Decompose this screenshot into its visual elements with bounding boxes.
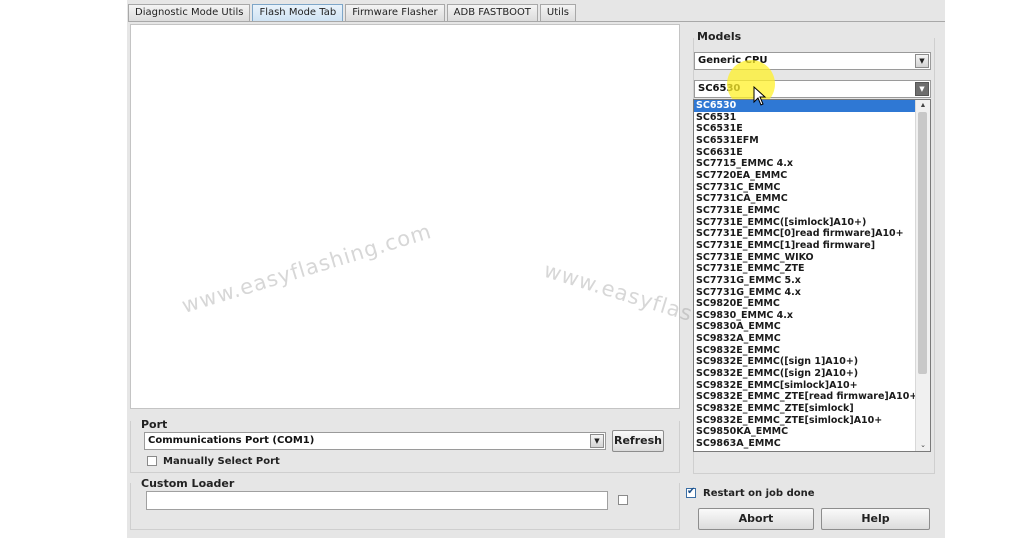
chevron-down-icon[interactable]: ▼ xyxy=(590,434,604,448)
dropdown-scrollbar[interactable]: ▲ ⌄ xyxy=(915,100,930,451)
model-option[interactable]: SC6531EFM xyxy=(694,135,916,147)
model-option[interactable]: SC7731E_EMMC[0]read firmware]A10+ xyxy=(694,228,916,240)
model-option[interactable]: SC7731E_EMMC_WIKO xyxy=(694,252,916,264)
model-option[interactable]: SC9832A_EMMC xyxy=(694,333,916,345)
model-option[interactable]: SC7731CA_EMMC xyxy=(694,193,916,205)
model-option[interactable]: SC9832E_EMMC([sign 1]A10+) xyxy=(694,356,916,368)
model-options: SC6530 SC6531 SC6531E SC6531EFM SC6631E SC771… xyxy=(694,100,916,450)
model-option[interactable]: SC7731E_EMMC_ZTE xyxy=(694,263,916,275)
abort-button[interactable]: Abort xyxy=(698,508,814,530)
watermark: www.easyflashing.com xyxy=(179,219,435,318)
chevron-down-icon[interactable]: ▼ xyxy=(915,82,929,96)
refresh-button[interactable]: Refresh xyxy=(612,430,664,452)
tab-divider xyxy=(128,21,945,22)
port-title: Port xyxy=(141,418,168,431)
tab-firmware-flasher[interactable]: Firmware Flasher xyxy=(345,4,445,21)
port-select-value: Communications Port (COM1) xyxy=(148,435,315,446)
log-output-area[interactable]: www.easyflashing.com xyxy=(130,24,680,409)
tab-bar: Diagnostic Mode Utils Flash Mode Tab Fir… xyxy=(128,4,578,22)
manual-port-checkbox[interactable] xyxy=(147,456,157,466)
model-option[interactable]: SC7731G_EMMC 5.x xyxy=(694,275,916,287)
model-option[interactable]: SC9832E_EMMC_ZTE[simlock] xyxy=(694,403,916,415)
tab-flash-mode[interactable]: Flash Mode Tab xyxy=(252,4,344,21)
tab-utils[interactable]: Utils xyxy=(539,4,576,21)
model-option[interactable]: SC9832E_EMMC_ZTE[simlock]A10+ xyxy=(694,415,916,427)
model-option[interactable]: SC9832E_EMMC xyxy=(694,345,916,357)
mouse-pointer-icon xyxy=(753,86,767,106)
port-select[interactable]: Communications Port (COM1) ▼ xyxy=(144,432,606,450)
custom-loader-checkbox[interactable] xyxy=(618,495,628,505)
help-button[interactable]: Help xyxy=(821,508,930,530)
model-option[interactable]: SC9830_EMMC 4.x xyxy=(694,310,916,322)
restart-label: Restart on job done xyxy=(703,488,815,499)
model-option[interactable]: SC9832E_EMMC[simlock]A10+ xyxy=(694,380,916,392)
model-option[interactable]: SC6531E xyxy=(694,123,916,135)
manual-port-label: Manually Select Port xyxy=(163,456,280,467)
model-option[interactable]: SC9863A_EMMC xyxy=(694,438,916,450)
custom-loader-input[interactable] xyxy=(146,491,608,510)
model-dropdown-list[interactable]: SC6530 SC6531 SC6531E SC6531EFM SC6631E SC771… xyxy=(693,99,931,452)
model-option[interactable]: SC9832E_EMMC([sign 2]A10+) xyxy=(694,368,916,380)
model-option[interactable]: SC7731E_EMMC([simlock]A10+) xyxy=(694,217,916,229)
model-option[interactable]: SC6530 xyxy=(694,100,916,112)
model-option[interactable]: SC6531 xyxy=(694,112,916,124)
restart-checkbox[interactable] xyxy=(686,486,696,498)
model-option[interactable]: SC9820E_EMMC xyxy=(694,298,916,310)
custom-loader-title: Custom Loader xyxy=(141,477,235,490)
model-option[interactable]: SC9830A_EMMC xyxy=(694,321,916,333)
tab-diagnostic-mode-utils[interactable]: Diagnostic Mode Utils xyxy=(128,4,251,21)
chevron-down-icon[interactable]: ▼ xyxy=(915,54,929,68)
scrollbar-thumb[interactable] xyxy=(918,112,927,374)
model-option[interactable]: SC9850KA_EMMC xyxy=(694,426,916,438)
scroll-up-icon[interactable]: ▲ xyxy=(916,100,930,111)
model-option[interactable]: SC7731C_EMMC xyxy=(694,182,916,194)
model-option[interactable]: SC6631E xyxy=(694,147,916,159)
models-title: Models xyxy=(697,30,742,43)
scroll-down-icon[interactable]: ⌄ xyxy=(916,440,930,451)
model-option[interactable]: SC7731E_EMMC[1]read firmware] xyxy=(694,240,916,252)
model-option[interactable]: SC7720EA_EMMC xyxy=(694,170,916,182)
model-option[interactable]: SC7731E_EMMC xyxy=(694,205,916,217)
model-option[interactable]: SC9832E_EMMC_ZTE[read firmware]A10+ xyxy=(694,391,916,403)
cpu-select[interactable]: Generic CPU ▼ xyxy=(694,52,931,70)
tab-adb-fastboot[interactable]: ADB FASTBOOT xyxy=(446,4,538,21)
model-option[interactable]: SC7731G_EMMC 4.x xyxy=(694,287,916,299)
model-option[interactable]: SC7715_EMMC 4.x xyxy=(694,158,916,170)
